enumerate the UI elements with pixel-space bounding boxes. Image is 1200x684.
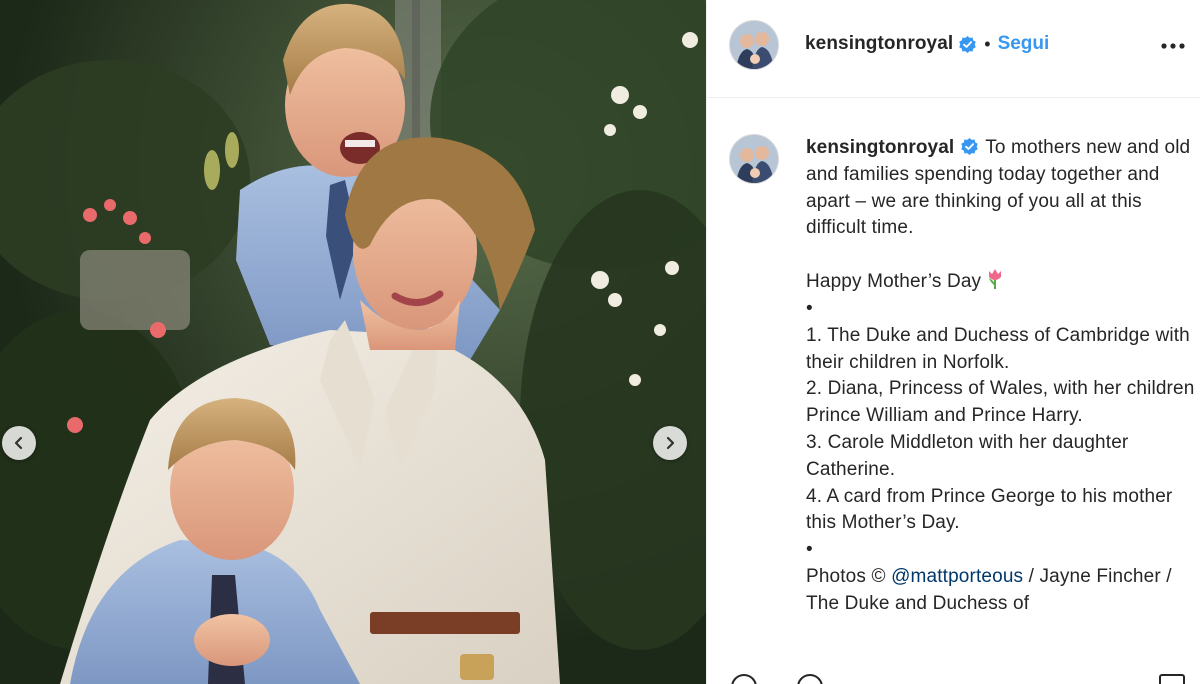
caption-avatar[interactable] [729, 134, 779, 184]
profile-picture-icon [730, 135, 778, 183]
more-options-icon[interactable] [1159, 34, 1187, 58]
caption-credits: Photos © @mattporteous / Jayne Fincher /… [806, 564, 1196, 618]
post-caption: kensingtonroyal To mothers new and old a… [806, 135, 1196, 618]
save-icon[interactable] [1159, 674, 1185, 684]
previous-photo-button[interactable] [2, 426, 36, 460]
caption-bullet: • [806, 539, 813, 561]
mention-link[interactable]: @mattporteous [891, 566, 1023, 587]
credits-prefix: Photos © [806, 565, 886, 587]
follow-button[interactable]: Segui [998, 33, 1050, 55]
caption-list-item: 2. Diana, Princess of Wales, with her ch… [806, 378, 1195, 427]
caption-section: kensingtonroyal To mothers new and old a… [707, 99, 1200, 684]
verified-badge-icon [961, 137, 979, 156]
post-photo[interactable] [0, 0, 706, 684]
tulip-icon [989, 269, 1002, 290]
like-icon[interactable] [731, 674, 757, 684]
caption-bullet: • [806, 297, 813, 319]
post-header: kensingtonroyal • Segui [707, 0, 1200, 98]
profile-picture-icon [730, 21, 778, 69]
action-bar [707, 670, 1200, 684]
avatar[interactable] [729, 20, 779, 70]
separator-dot: • [984, 33, 991, 54]
username-link[interactable]: kensingtonroyal [805, 33, 953, 55]
post-side-panel: kensingtonroyal • Segui kensingtonroyal … [706, 0, 1200, 684]
comment-icon[interactable] [797, 674, 823, 684]
caption-username-link[interactable]: kensingtonroyal [806, 137, 954, 158]
greeting-text: Happy Mother’s Day [806, 271, 982, 293]
caption-list-item: 1. The Duke and Duchess of Cambridge wit… [806, 324, 1190, 373]
verified-badge-icon [959, 35, 977, 53]
caption-greeting: Happy Mother’s Day [806, 268, 1196, 296]
photo-of-mother-with-two-boys [0, 0, 706, 684]
next-photo-button[interactable] [653, 426, 687, 460]
caption-list-item: 3. Carole Middleton with her daughter Ca… [806, 431, 1129, 480]
caption-intro-paragraph: kensingtonroyal To mothers new and old a… [806, 135, 1196, 242]
chevron-right-icon [666, 436, 675, 450]
caption-list-item: 4. A card from Prince George to his moth… [806, 485, 1173, 534]
chevron-left-icon [14, 436, 23, 450]
